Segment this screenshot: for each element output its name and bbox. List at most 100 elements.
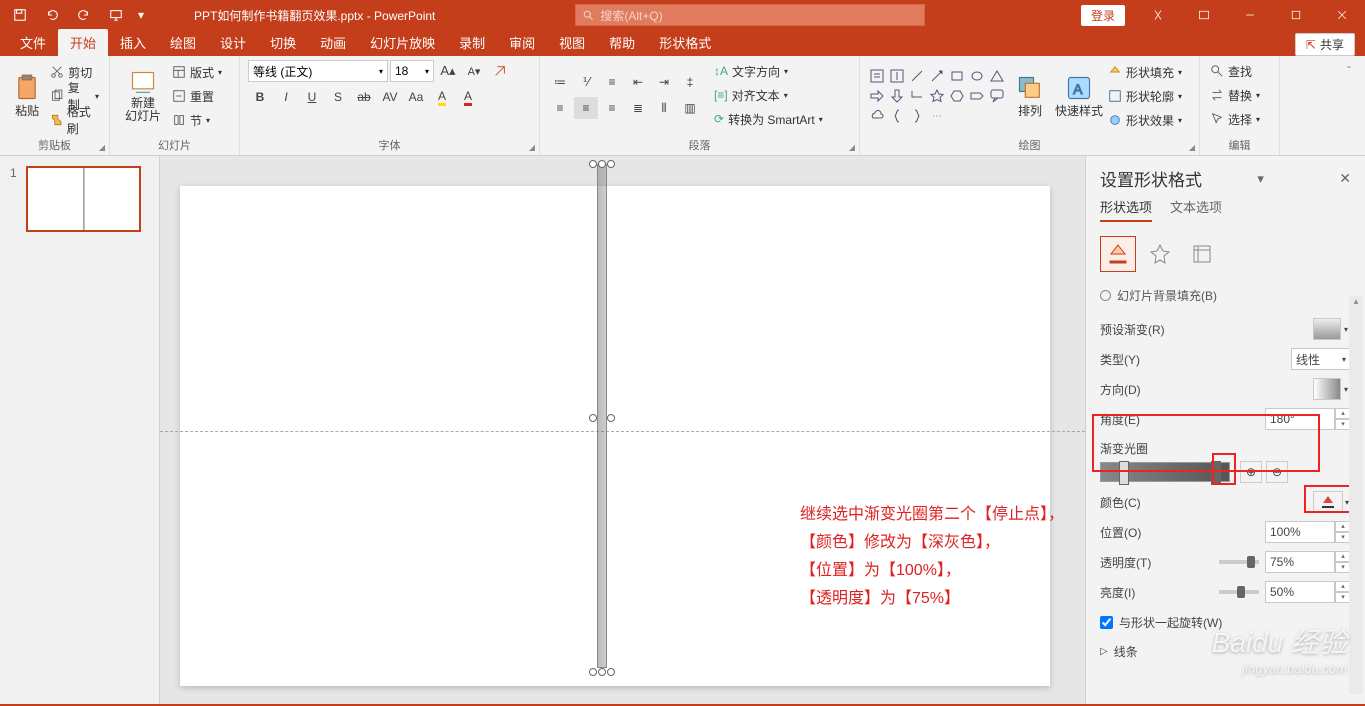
shapefill-button[interactable]: 形状填充▾ bbox=[1106, 61, 1184, 83]
justify-icon[interactable]: ≣ bbox=[626, 97, 650, 119]
search-box[interactable]: 搜索(Alt+Q) bbox=[575, 4, 925, 26]
increase-indent-icon[interactable]: ⇥ bbox=[652, 71, 676, 93]
direction-picker[interactable] bbox=[1313, 378, 1341, 400]
decrease-indent-icon[interactable]: ⇤ bbox=[626, 71, 650, 93]
close-icon[interactable] bbox=[1319, 0, 1365, 30]
shape-arrow-r-icon[interactable] bbox=[868, 87, 886, 105]
save-icon[interactable] bbox=[6, 1, 34, 29]
formatpainter-button[interactable]: 格式刷 bbox=[48, 109, 101, 131]
pane-close-icon[interactable]: ✕ bbox=[1339, 170, 1351, 187]
undo-icon[interactable] bbox=[38, 1, 66, 29]
shape-arrow-line-icon[interactable] bbox=[928, 67, 946, 85]
newslide-button[interactable]: 新建 幻灯片 bbox=[118, 60, 168, 132]
clear-format-icon[interactable] bbox=[488, 60, 512, 82]
selected-shape[interactable] bbox=[592, 156, 612, 680]
list-level-icon[interactable]: ≡ bbox=[600, 71, 624, 93]
pane-dropdown-icon[interactable]: ▾ bbox=[1257, 171, 1264, 187]
position-input[interactable]: 100% bbox=[1265, 521, 1335, 543]
shape-pentagon-icon[interactable] bbox=[968, 87, 986, 105]
replace-button[interactable]: 替换▾ bbox=[1208, 84, 1271, 106]
align-left-icon[interactable]: ≡ bbox=[548, 97, 572, 119]
stop-color-picker[interactable] bbox=[1313, 491, 1343, 513]
shape-oval-icon[interactable] bbox=[968, 67, 986, 85]
shape-arrow-d-icon[interactable] bbox=[888, 87, 906, 105]
case-icon[interactable]: Aa bbox=[404, 86, 428, 108]
highlight-icon[interactable]: A bbox=[430, 86, 454, 108]
tab-slideshow[interactable]: 幻灯片放映 bbox=[358, 29, 447, 56]
layout-button[interactable]: 版式▾ bbox=[170, 61, 224, 83]
slide-thumbnail[interactable] bbox=[26, 166, 141, 232]
font-name-combo[interactable]: 等线 (正文)▾ bbox=[248, 60, 388, 82]
tab-file[interactable]: 文件 bbox=[8, 29, 58, 56]
maximize-icon[interactable] bbox=[1273, 0, 1319, 30]
shape-star-icon[interactable] bbox=[928, 87, 946, 105]
underline-icon[interactable]: U bbox=[300, 86, 324, 108]
quickstyle-button[interactable]: A 快速样式 bbox=[1054, 60, 1104, 132]
shapes-gallery[interactable]: ⋯ bbox=[868, 67, 1006, 125]
arrange-button[interactable]: 排列 bbox=[1008, 60, 1052, 132]
drawing-launcher-icon[interactable]: ◢ bbox=[1189, 143, 1195, 152]
tab-animation[interactable]: 动画 bbox=[308, 29, 358, 56]
brightness-input[interactable]: 50% bbox=[1265, 581, 1335, 603]
slide-canvas[interactable]: 继续选中渐变光圈第二个【停止点】， 【颜色】修改为【深灰色】， 【位置】为【10… bbox=[160, 156, 1085, 704]
shapeeffects-button[interactable]: 形状效果▾ bbox=[1106, 109, 1184, 131]
shape-rect-icon[interactable] bbox=[948, 67, 966, 85]
shape-cloud-icon[interactable] bbox=[868, 107, 886, 125]
paste-button[interactable]: 粘贴 bbox=[8, 60, 46, 132]
login-button[interactable]: 登录 bbox=[1081, 5, 1125, 26]
tab-design[interactable]: 设计 bbox=[208, 29, 258, 56]
bold-icon[interactable]: B bbox=[248, 86, 272, 108]
shape-brace-l-icon[interactable] bbox=[888, 107, 906, 125]
tab-record[interactable]: 录制 bbox=[447, 29, 497, 56]
mic-icon[interactable] bbox=[1135, 0, 1181, 30]
tab-insert[interactable]: 插入 bbox=[108, 29, 158, 56]
shape-elbow-icon[interactable] bbox=[908, 87, 926, 105]
shape-vtextbox-icon[interactable] bbox=[888, 67, 906, 85]
shape-triangle-icon[interactable] bbox=[988, 67, 1006, 85]
columns-icon[interactable]: ▥ bbox=[678, 97, 702, 119]
collapse-ribbon-icon[interactable]: ˇ bbox=[1337, 60, 1361, 82]
tab-home[interactable]: 开始 bbox=[58, 29, 108, 56]
select-button[interactable]: 选择▾ bbox=[1208, 108, 1271, 130]
tab-draw[interactable]: 绘图 bbox=[158, 29, 208, 56]
shape-textbox-icon[interactable] bbox=[868, 67, 886, 85]
ribbon-mode-icon[interactable] bbox=[1181, 0, 1227, 30]
shape-brace-r-icon[interactable] bbox=[908, 107, 926, 125]
distribute-icon[interactable]: ⫴ bbox=[652, 97, 676, 119]
align-right-icon[interactable]: ≡ bbox=[600, 97, 624, 119]
grow-font-icon[interactable]: A▴ bbox=[436, 60, 460, 82]
numbering-icon[interactable]: ⅟ bbox=[574, 71, 598, 93]
angle-input[interactable]: 180° bbox=[1265, 408, 1335, 430]
gradient-stop-1[interactable] bbox=[1119, 461, 1129, 485]
tab-shapeformat[interactable]: 形状格式 bbox=[647, 29, 723, 56]
gradient-stop-2[interactable] bbox=[1211, 461, 1221, 485]
smartart-button[interactable]: ⟳转换为 SmartArt▾ bbox=[712, 108, 825, 130]
size-props-icon[interactable] bbox=[1184, 236, 1220, 272]
strike-icon[interactable]: ab bbox=[352, 86, 376, 108]
effects-icon[interactable] bbox=[1142, 236, 1178, 272]
line-section-header[interactable]: ▷ 线条 bbox=[1100, 637, 1351, 666]
shape-hexagon-icon[interactable] bbox=[948, 87, 966, 105]
shape-more-icon[interactable]: ⋯ bbox=[928, 107, 946, 125]
redo-icon[interactable] bbox=[70, 1, 98, 29]
reset-button[interactable]: 重置 bbox=[170, 85, 224, 107]
share-button[interactable]: ⇱共享 bbox=[1295, 33, 1355, 56]
fontcolor-icon[interactable]: A bbox=[456, 86, 480, 108]
fill-line-icon[interactable] bbox=[1100, 236, 1136, 272]
pane-tab-text[interactable]: 文本选项 bbox=[1170, 197, 1222, 222]
pane-tab-shape[interactable]: 形状选项 bbox=[1100, 197, 1152, 222]
shadow-icon[interactable]: S bbox=[326, 86, 350, 108]
gradient-stops-bar[interactable] bbox=[1100, 462, 1230, 482]
shape-callout-icon[interactable] bbox=[988, 87, 1006, 105]
rotate-with-checkbox[interactable] bbox=[1100, 616, 1113, 629]
paragraph-launcher-icon[interactable]: ◢ bbox=[849, 143, 855, 152]
add-stop-icon[interactable]: ⊕ bbox=[1240, 461, 1262, 483]
tab-transition[interactable]: 切换 bbox=[258, 29, 308, 56]
qat-more-icon[interactable]: ▾ bbox=[134, 1, 148, 29]
font-size-combo[interactable]: 18▾ bbox=[390, 60, 434, 82]
tab-view[interactable]: 视图 bbox=[547, 29, 597, 56]
font-launcher-icon[interactable]: ◢ bbox=[529, 143, 535, 152]
gradient-type-combo[interactable]: 线性▾ bbox=[1291, 348, 1351, 370]
transparency-input[interactable]: 75% bbox=[1265, 551, 1335, 573]
shape-line-icon[interactable] bbox=[908, 67, 926, 85]
